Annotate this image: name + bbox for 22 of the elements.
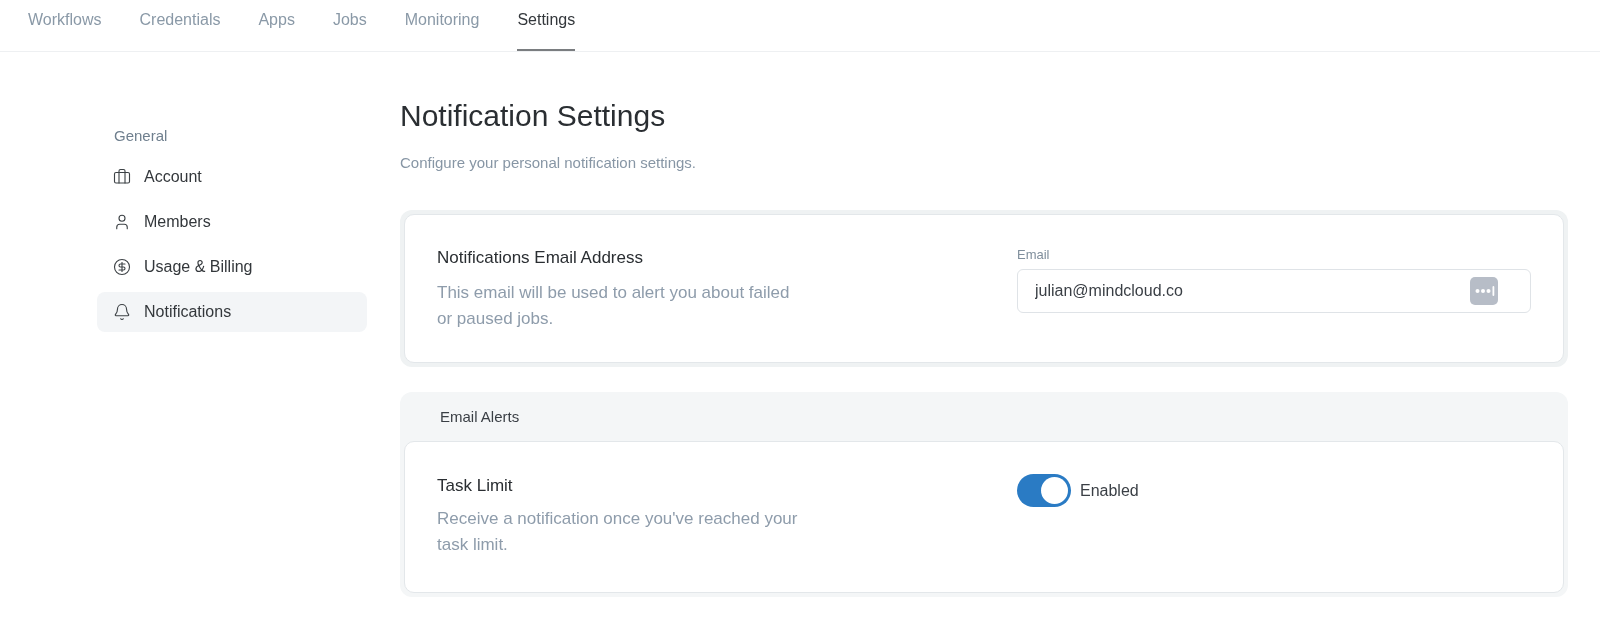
dots-icon[interactable]	[1470, 277, 1498, 305]
user-icon	[113, 213, 131, 231]
page-title: Notification Settings	[400, 98, 666, 134]
alert-title: Task Limit	[437, 475, 513, 497]
sidebar-item[interactable]: Notifications	[97, 292, 367, 332]
card-title: Notifications Email Address	[437, 247, 643, 269]
sidebar-item[interactable]: Usage & Billing	[97, 247, 367, 287]
alert-description: Receive a notification once you've reached your task limit.	[437, 508, 799, 556]
sidebar-heading: General	[114, 127, 168, 145]
field-label: Email	[1017, 246, 1050, 264]
nav-tab[interactable]: Settings	[517, 0, 576, 51]
email-input[interactable]: julian@mindcloud.co	[1017, 269, 1531, 313]
dollar-circle-icon	[113, 258, 131, 276]
section-heading: Email Alerts	[440, 406, 520, 427]
briefcase-icon	[113, 168, 131, 186]
page-subtitle: Configure your personal notification settings.	[400, 153, 696, 173]
toggle-switch[interactable]	[1017, 474, 1071, 507]
sidebar-item[interactable]: Members	[97, 202, 367, 242]
bell-icon	[113, 303, 131, 321]
toggle-label: Enabled	[1080, 481, 1139, 501]
card-description: This email will be used to alert you about failed or paused jobs.	[437, 282, 791, 330]
sidebar-item[interactable]: Account	[97, 157, 367, 197]
